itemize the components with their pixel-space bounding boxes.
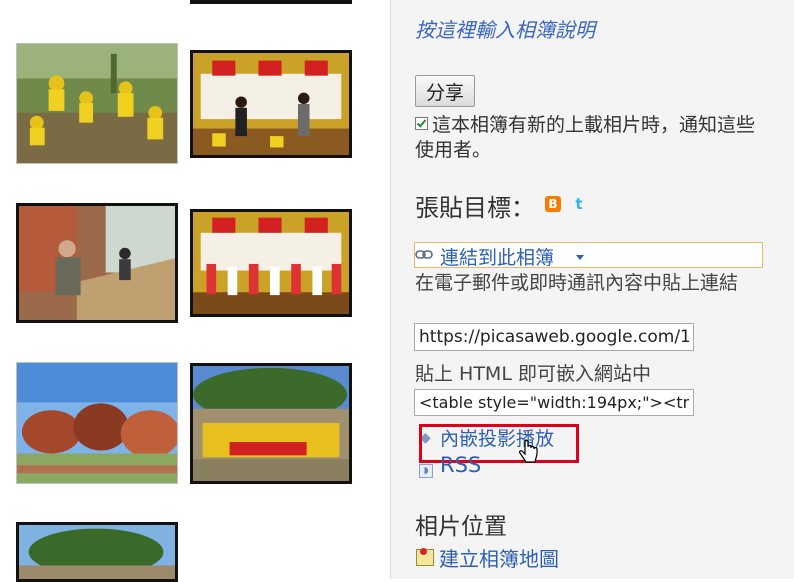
photo-location-title: 相片位置: [415, 514, 507, 540]
notify-text: 這本相簿有新的上載相片時，通知這些使用者。: [415, 114, 756, 161]
photo-thumbnail-classroom-stage[interactable]: [190, 50, 352, 158]
chevron-down-icon[interactable]: [576, 255, 584, 260]
photo-thumbnail-tree-garden[interactable]: [16, 522, 178, 582]
html-embed-field[interactable]: [414, 389, 694, 416]
share-button[interactable]: 分享: [415, 75, 475, 107]
html-embed-help-text: 貼上 HTML 即可嵌入網站中: [415, 363, 651, 385]
album-url-field[interactable]: [414, 323, 694, 351]
photo-thumbnail-children-garden[interactable]: [16, 43, 178, 164]
notify-option: 這本相簿有新的上載相片時，通知這些使用者。: [415, 113, 755, 163]
email-im-help-text: 在電子郵件或即時通訊內容中貼上連結: [415, 272, 739, 294]
photo-thumbnail-autumn-trees[interactable]: [16, 362, 178, 484]
create-album-map-link[interactable]: 建立相簿地圖: [439, 543, 559, 572]
photo-thumbnail-woman-workshop[interactable]: [16, 203, 178, 323]
hand-cursor-icon: [519, 440, 538, 463]
rss-link[interactable]: RSS: [440, 453, 481, 477]
blogger-icon[interactable]: B: [545, 196, 561, 212]
link-icon: [415, 250, 433, 259]
twitter-icon[interactable]: t: [572, 195, 586, 213]
rss-icon: ◗: [419, 464, 433, 478]
photo-thumbnail-children-performing[interactable]: [190, 209, 352, 317]
post-to-title: 張貼目標：: [415, 194, 535, 222]
album-description-link[interactable]: 按這裡輸入相簿說明: [415, 14, 595, 43]
map-pin-icon: [420, 548, 427, 555]
notify-checkbox[interactable]: [415, 117, 428, 130]
link-to-album-label[interactable]: 連結到此相簿: [440, 243, 554, 270]
photo-thumbnail-group-photo[interactable]: [190, 363, 352, 484]
photo-thumbnail-top-partial[interactable]: [190, 0, 352, 4]
